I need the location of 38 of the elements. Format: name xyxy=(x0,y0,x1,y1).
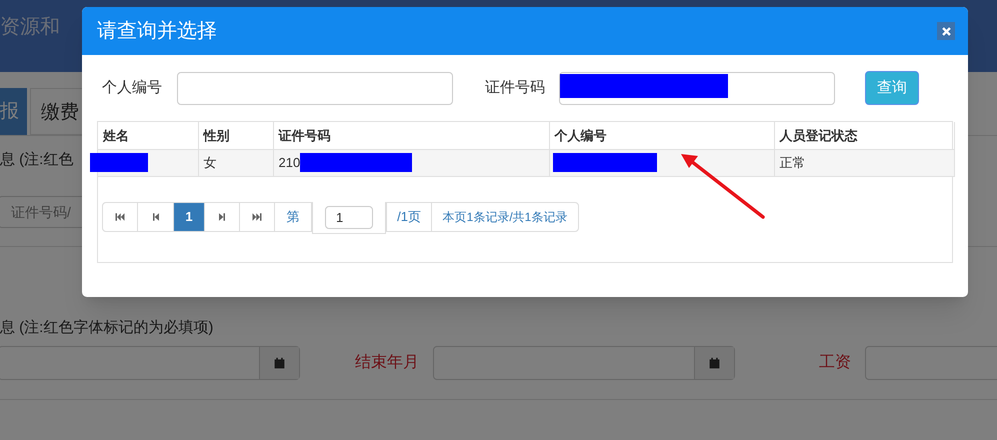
record-summary: 本页1条记录/共1条记录 xyxy=(431,202,579,232)
cell-text: 女 xyxy=(204,154,216,172)
dialog-title: 请查询并选择 xyxy=(97,19,217,44)
field-label: 个人编号 xyxy=(102,78,163,98)
cell-text: 正常 xyxy=(780,154,806,172)
cell-text: 210 xyxy=(278,154,300,172)
input-field[interactable] xyxy=(559,72,835,104)
column-header: 人员登记状态 xyxy=(774,122,954,149)
pager-button[interactable] xyxy=(239,202,275,232)
pager-button[interactable] xyxy=(102,202,138,232)
pager-button[interactable] xyxy=(137,202,174,232)
first-page-icon xyxy=(114,210,126,222)
input-field[interactable] xyxy=(433,346,735,380)
calendar-icon xyxy=(708,356,721,370)
section-title: 息 (注:红色 xyxy=(0,150,74,170)
page-button[interactable]: 1 xyxy=(173,202,205,232)
page-label: 第 xyxy=(274,202,312,232)
column-header: 证件号码 xyxy=(273,122,549,149)
last-page-icon xyxy=(251,210,263,222)
search-button[interactable]: 查询 xyxy=(865,71,919,105)
column-header: 姓名 xyxy=(98,122,198,149)
field-label: 证件号码 xyxy=(485,78,546,98)
input-field[interactable] xyxy=(177,72,453,104)
next-page-icon xyxy=(216,210,228,222)
page-input[interactable]: 1 xyxy=(325,206,373,228)
field-label: 工资 xyxy=(819,353,851,373)
column-header: 个人编号 xyxy=(549,122,774,149)
pager-button[interactable] xyxy=(204,202,240,232)
page-count: /1页 xyxy=(386,202,432,232)
column-header: 性别 xyxy=(198,122,273,149)
close-button[interactable] xyxy=(937,22,955,40)
tab[interactable]: 报 xyxy=(0,88,27,135)
field-label: 结束年月 xyxy=(355,352,419,373)
section-title: 息 (注:红色字体标记的为必填项) xyxy=(0,318,214,338)
calendar-icon xyxy=(273,356,286,370)
close-icon xyxy=(940,26,952,36)
input-field[interactable] xyxy=(0,346,300,380)
header-title: 资源和 xyxy=(0,15,60,40)
